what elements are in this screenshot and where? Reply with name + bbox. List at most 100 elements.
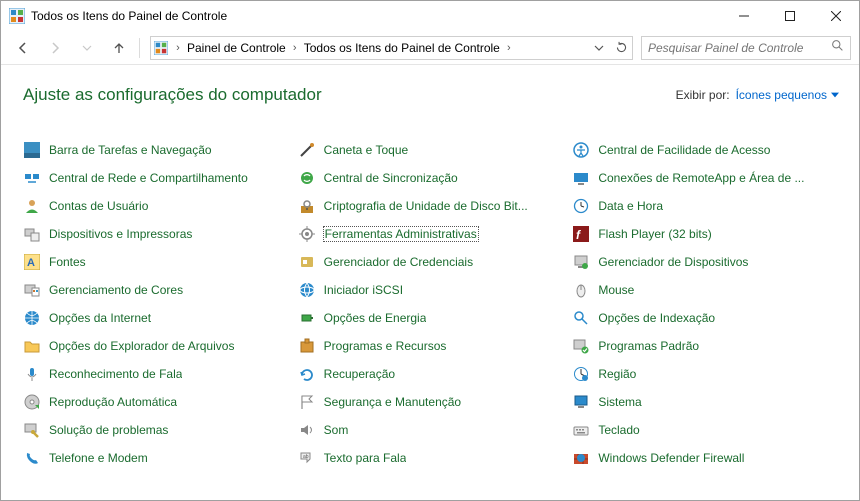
item-ferramentas-admin[interactable]: Ferramentas Administrativas — [298, 225, 558, 243]
search-box[interactable] — [641, 36, 851, 60]
item-label: Gerenciador de Dispositivos — [598, 255, 748, 269]
iscsi-icon — [298, 281, 316, 299]
item-label: Opções de Energia — [324, 311, 427, 325]
sound-icon — [298, 421, 316, 439]
address-bar[interactable]: › Painel de Controle › Todos os Itens do… — [150, 36, 633, 60]
item-label: Mouse — [598, 283, 634, 297]
viewby-value: Ícones pequenos — [736, 88, 827, 102]
item-programas-recursos[interactable]: Programas e Recursos — [298, 337, 558, 355]
item-label: Texto para Fala — [324, 451, 407, 465]
back-button[interactable] — [9, 34, 37, 62]
item-reconhecimento-fala[interactable]: Reconhecimento de Fala — [23, 365, 283, 383]
item-barra-tarefas[interactable]: Barra de Tarefas e Navegação — [23, 141, 283, 159]
address-cp-icon — [151, 41, 171, 55]
item-sistema[interactable]: Sistema — [572, 393, 832, 411]
chevron-right-icon[interactable]: › — [171, 42, 185, 54]
viewby-dropdown[interactable]: Ícones pequenos — [736, 88, 839, 102]
maximize-button[interactable] — [767, 1, 813, 31]
item-contas-usuario[interactable]: Contas de Usuário — [23, 197, 283, 215]
navigation-bar: › Painel de Controle › Todos os Itens do… — [1, 31, 859, 65]
item-telefone-modem[interactable]: Telefone e Modem — [23, 449, 283, 467]
folder-icon — [23, 337, 41, 355]
item-mouse[interactable]: Mouse — [572, 281, 832, 299]
item-label: Som — [324, 423, 349, 437]
accessibility-icon — [572, 141, 590, 159]
refresh-button[interactable] — [610, 41, 632, 54]
content-area: Ajuste as configurações do computador Ex… — [1, 65, 859, 477]
item-programas-padrao[interactable]: Programas Padrão — [572, 337, 832, 355]
taskbar-icon — [23, 141, 41, 159]
item-credenciais[interactable]: Gerenciador de Credenciais — [298, 253, 558, 271]
item-central-rede[interactable]: Central de Rede e Compartilhamento — [23, 169, 283, 187]
item-teclado[interactable]: Teclado — [572, 421, 832, 439]
breadcrumb-1[interactable]: Painel de Controle — [185, 41, 288, 55]
item-label: Central de Sincronização — [324, 171, 458, 185]
item-label: Região — [598, 367, 636, 381]
item-label: Conexões de RemoteApp e Área de ... — [598, 171, 804, 185]
remote-icon — [572, 169, 590, 187]
autoplay-icon — [23, 393, 41, 411]
item-texto-fala[interactable]: ab Texto para Fala — [298, 449, 558, 467]
search-input[interactable] — [648, 41, 831, 55]
item-label: Opções de Indexação — [598, 311, 715, 325]
titlebar: Todos os Itens do Painel de Controle — [1, 1, 859, 31]
item-som[interactable]: Som — [298, 421, 558, 439]
chevron-right-icon[interactable]: › — [288, 42, 302, 54]
item-data-hora[interactable]: Data e Hora — [572, 197, 832, 215]
internet-icon — [23, 309, 41, 327]
up-button[interactable] — [105, 34, 133, 62]
item-label: Solução de problemas — [49, 423, 168, 437]
address-dropdown-icon[interactable] — [588, 43, 610, 53]
item-gerenciador-disp[interactable]: Gerenciador de Dispositivos — [572, 253, 832, 271]
minimize-button[interactable] — [721, 1, 767, 31]
item-caneta-toque[interactable]: Caneta e Toque — [298, 141, 558, 159]
item-solucao-problemas[interactable]: Solução de problemas — [23, 421, 283, 439]
close-button[interactable] — [813, 1, 859, 31]
programs-icon — [298, 337, 316, 355]
tts-icon: ab — [298, 449, 316, 467]
item-dispositivos[interactable]: Dispositivos e Impressoras — [23, 225, 283, 243]
breadcrumb-2[interactable]: Todos os Itens do Painel de Controle — [302, 41, 502, 55]
item-label: Opções da Internet — [49, 311, 151, 325]
window-title: Todos os Itens do Painel de Controle — [31, 9, 721, 23]
forward-button[interactable] — [41, 34, 69, 62]
speech-icon — [23, 365, 41, 383]
item-label: Reprodução Automática — [49, 395, 177, 409]
chevron-right-icon[interactable]: › — [502, 42, 516, 54]
user-icon — [23, 197, 41, 215]
clock-icon — [572, 197, 590, 215]
item-regiao[interactable]: Região — [572, 365, 832, 383]
item-label: Gerenciador de Credenciais — [324, 255, 473, 269]
item-label: Caneta e Toque — [324, 143, 409, 157]
item-firewall[interactable]: Windows Defender Firewall — [572, 449, 832, 467]
lock-icon — [298, 197, 316, 215]
item-label: Iniciador iSCSI — [324, 283, 403, 297]
item-iscsi[interactable]: Iniciador iSCSI — [298, 281, 558, 299]
item-label: Telefone e Modem — [49, 451, 148, 465]
item-recuperacao[interactable]: Recuperação — [298, 365, 558, 383]
item-fontes[interactable]: AFontes — [23, 253, 283, 271]
item-reproducao-auto[interactable]: Reprodução Automática — [23, 393, 283, 411]
item-internet[interactable]: Opções da Internet — [23, 309, 283, 327]
recent-locations-button[interactable] — [73, 34, 101, 62]
item-label: Barra de Tarefas e Navegação — [49, 143, 212, 157]
color-icon — [23, 281, 41, 299]
item-cores[interactable]: Gerenciamento de Cores — [23, 281, 283, 299]
recovery-icon — [298, 365, 316, 383]
credentials-icon — [298, 253, 316, 271]
item-remoteapp[interactable]: Conexões de RemoteApp e Área de ... — [572, 169, 832, 187]
item-central-sinc[interactable]: Central de Sincronização — [298, 169, 558, 187]
system-icon — [572, 393, 590, 411]
item-label: Criptografia de Unidade de Disco Bit... — [324, 199, 528, 213]
item-explorer-opts[interactable]: Opções do Explorador de Arquivos — [23, 337, 283, 355]
search-icon[interactable] — [831, 39, 844, 57]
item-label: Data e Hora — [598, 199, 663, 213]
item-facilidade-acesso[interactable]: Central de Facilidade de Acesso — [572, 141, 832, 159]
svg-text:A: A — [27, 257, 35, 269]
mouse-icon — [572, 281, 590, 299]
item-flash-player[interactable]: fFlash Player (32 bits) — [572, 225, 832, 243]
item-bitlocker[interactable]: Criptografia de Unidade de Disco Bit... — [298, 197, 558, 215]
item-indexacao[interactable]: Opções de Indexação — [572, 309, 832, 327]
item-seguranca[interactable]: Segurança e Manutenção — [298, 393, 558, 411]
item-energia[interactable]: Opções de Energia — [298, 309, 558, 327]
